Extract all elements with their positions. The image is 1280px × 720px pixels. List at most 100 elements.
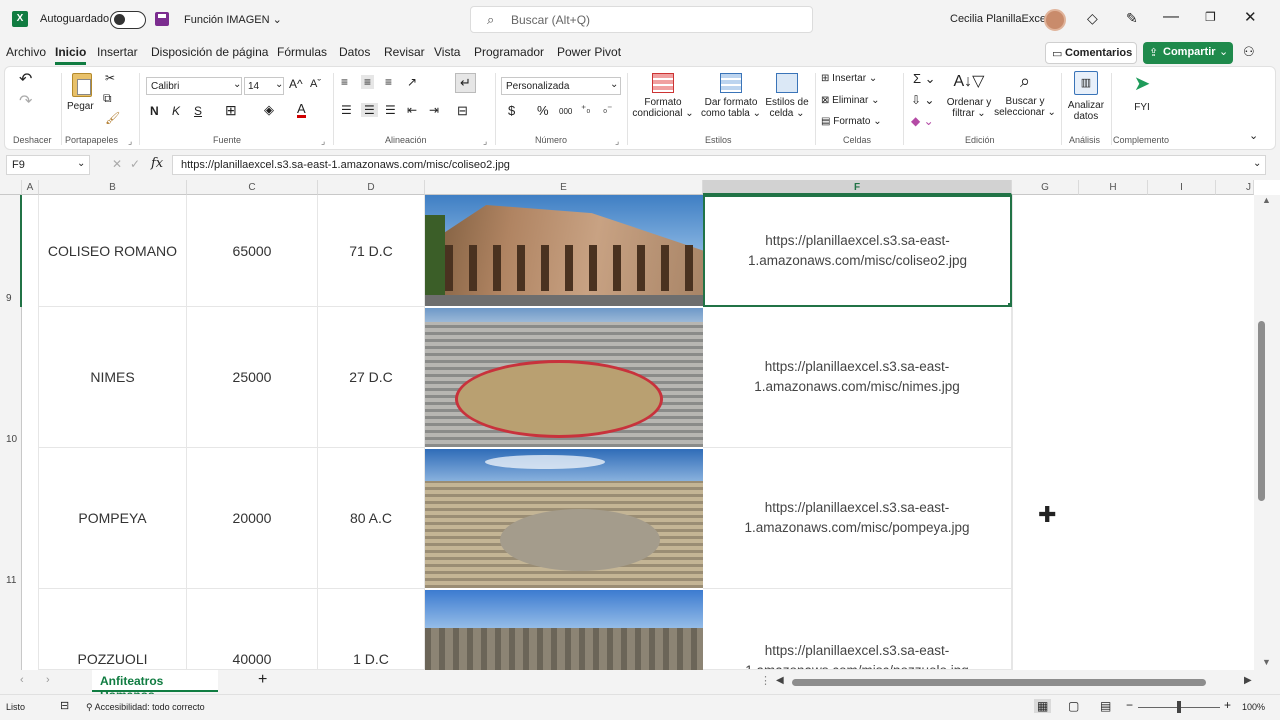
next-sheet-icon[interactable]: ›	[46, 674, 50, 686]
select-all-corner[interactable]	[0, 180, 22, 195]
scroll-down-icon[interactable]: ▼	[1262, 657, 1271, 667]
page-layout-view-button[interactable]: ▢	[1068, 699, 1079, 713]
sort-filter-button[interactable]: A↓▽ Ordenar y filtrar ⌄	[941, 71, 997, 127]
cell-url[interactable]: https://planillaexcel.s3.sa-east- 1.amaz…	[703, 307, 1012, 448]
prev-sheet-icon[interactable]: ‹	[20, 674, 24, 686]
font-color-icon[interactable]: A	[297, 102, 306, 118]
save-icon[interactable]	[155, 12, 169, 26]
font-name-select[interactable]: Calibri ⌄	[146, 77, 242, 95]
orientation-icon[interactable]: ↗	[407, 75, 417, 89]
cut-icon[interactable]: ✂	[105, 71, 115, 85]
format-as-table-button[interactable]: Dar formato como tabla ⌄	[699, 71, 763, 127]
zoom-out-button[interactable]: −	[1126, 698, 1133, 712]
format-cells-button[interactable]: ▤ Formato ⌄	[821, 116, 882, 127]
align-middle-icon[interactable]: ≡	[361, 75, 375, 89]
tab-power-pivot[interactable]: Power Pivot	[557, 45, 621, 59]
image-coliseo[interactable]	[425, 195, 703, 306]
fill-icon[interactable]: ⇩ ⌄	[911, 93, 934, 107]
cell-capacity[interactable]: 65000	[187, 195, 318, 307]
zoom-level[interactable]: 100%	[1242, 702, 1265, 712]
align-bottom-icon[interactable]: ≡	[385, 75, 392, 89]
currency-button[interactable]: $	[508, 103, 515, 118]
format-painter-icon[interactable]: 🖌	[105, 111, 120, 125]
autosum-icon[interactable]: Σ ⌄	[913, 71, 936, 87]
clear-icon[interactable]: ◆ ⌄	[911, 114, 934, 128]
thousands-button[interactable]: 000	[559, 107, 572, 116]
column-header-a[interactable]: A	[22, 180, 39, 195]
cell-url[interactable]: https://planillaexcel.s3.sa-east- 1.amaz…	[703, 448, 1012, 589]
paste-button[interactable]: Pegar	[67, 71, 97, 121]
percent-button[interactable]: %	[537, 103, 549, 118]
cell-name[interactable]: COLISEO ROMANO	[39, 195, 187, 307]
column-header-b[interactable]: B	[39, 180, 187, 195]
fyi-button[interactable]: ➤ FYI	[1119, 71, 1165, 127]
row-header-11[interactable]: 11	[0, 575, 22, 586]
tab-inicio[interactable]: Inicio	[55, 45, 87, 65]
row-header-9[interactable]: 9	[0, 293, 22, 304]
person-icon[interactable]: ⚇	[1243, 44, 1255, 60]
cell-name[interactable]: NIMES	[39, 307, 187, 448]
scroll-left-icon[interactable]: ◀	[776, 675, 784, 686]
find-select-button[interactable]: ⌕ Buscar y seleccionar ⌄	[993, 71, 1057, 127]
enter-icon[interactable]: ✓	[130, 157, 140, 171]
document-title[interactable]: Función IMAGEN ⌄	[184, 13, 282, 26]
accessibility-status[interactable]: ⚲ Accesibilidad: todo correcto	[86, 702, 205, 713]
wrap-text-icon[interactable]: ↵	[455, 73, 476, 93]
number-format-select[interactable]: Personalizada ⌄	[501, 77, 621, 95]
tab-datos[interactable]: Datos	[339, 45, 370, 59]
cell-capacity[interactable]: 20000	[187, 448, 318, 589]
cell-year[interactable]: 27 D.C	[318, 307, 425, 448]
comments-button[interactable]: ▭ Comentarios	[1045, 42, 1137, 64]
insert-function-button[interactable]: fx	[151, 156, 163, 171]
decrease-decimal-icon[interactable]: ₀⁻	[603, 104, 612, 115]
tab-disposicion[interactable]: Disposición de página	[151, 45, 268, 59]
sheet-tab-active[interactable]: Anfiteatros Romanos	[92, 670, 218, 702]
decrease-font-icon[interactable]: Aˇ	[310, 78, 321, 90]
share-button[interactable]: ⇪ Compartir ⌄	[1143, 42, 1233, 64]
cancel-icon[interactable]: ✕	[112, 157, 122, 171]
column-header-c[interactable]: C	[187, 180, 318, 195]
align-left-icon[interactable]: ☰	[341, 103, 352, 117]
dialog-launcher-icon[interactable]: ⌟	[615, 136, 619, 147]
vertical-scrollbar[interactable]: ▲ ▼	[1254, 195, 1280, 670]
dialog-launcher-icon[interactable]: ⌟	[483, 136, 487, 147]
ribbon-collapse-icon[interactable]: ⌄	[1249, 129, 1258, 142]
search-box[interactable]: ⌕ Buscar (Alt+Q)	[470, 6, 813, 33]
column-header-h[interactable]: H	[1079, 180, 1148, 195]
cell-url[interactable]: https://planillaexcel.s3.sa-east- 1.amaz…	[703, 589, 1012, 670]
horizontal-scroll-thumb[interactable]	[792, 679, 1206, 686]
minimize-button[interactable]: —	[1163, 8, 1179, 26]
add-sheet-button[interactable]: +	[258, 671, 267, 689]
column-header-g[interactable]: G	[1012, 180, 1079, 195]
tab-insertar[interactable]: Insertar	[97, 45, 138, 59]
align-right-icon[interactable]: ☰	[385, 103, 396, 117]
tab-programador[interactable]: Programador	[474, 45, 544, 59]
restore-button[interactable]: ❐	[1205, 10, 1216, 24]
column-a-cells[interactable]	[22, 195, 39, 670]
autosave-toggle[interactable]	[110, 11, 146, 29]
font-size-select[interactable]: 14 ⌄	[244, 77, 284, 95]
column-header-e[interactable]: E	[425, 180, 703, 195]
bold-button[interactable]: N	[150, 104, 159, 118]
copy-icon[interactable]: ⧉	[103, 91, 112, 106]
delete-cells-button[interactable]: ⊠ Eliminar ⌄	[821, 95, 879, 106]
cell-styles-button[interactable]: Estilos de celda ⌄	[763, 71, 811, 127]
increase-font-icon[interactable]: A^	[289, 77, 303, 91]
cell-capacity[interactable]: 25000	[187, 307, 318, 448]
empty-cells-g-j[interactable]	[1012, 195, 1254, 670]
analyze-data-button[interactable]: ▥ Analizar datos	[1065, 71, 1107, 127]
cell-capacity[interactable]: 40000	[187, 589, 318, 670]
conditional-format-button[interactable]: Formato condicional ⌄	[631, 71, 695, 127]
merge-center-icon[interactable]: ⊟	[457, 103, 468, 119]
page-break-view-button[interactable]: ▤	[1100, 699, 1111, 713]
column-header-f[interactable]: F	[703, 180, 1012, 195]
fill-color-icon[interactable]: ◈	[264, 102, 274, 118]
scroll-up-icon[interactable]: ▲	[1262, 195, 1271, 205]
column-header-i[interactable]: I	[1148, 180, 1216, 195]
formula-input[interactable]: https://planillaexcel.s3.sa-east-1.amazo…	[172, 155, 1266, 175]
cell-year[interactable]: 1 D.C	[318, 589, 425, 670]
cell-url-selected[interactable]: https://planillaexcel.s3.sa-east- 1.amaz…	[703, 195, 1012, 307]
tab-formulas[interactable]: Fórmulas	[277, 45, 327, 59]
macro-record-icon[interactable]: ⊟	[60, 699, 69, 712]
worksheet-grid[interactable]: A B C D E F G H I J 9 10 11 COLISEO ROMA…	[0, 180, 1280, 670]
